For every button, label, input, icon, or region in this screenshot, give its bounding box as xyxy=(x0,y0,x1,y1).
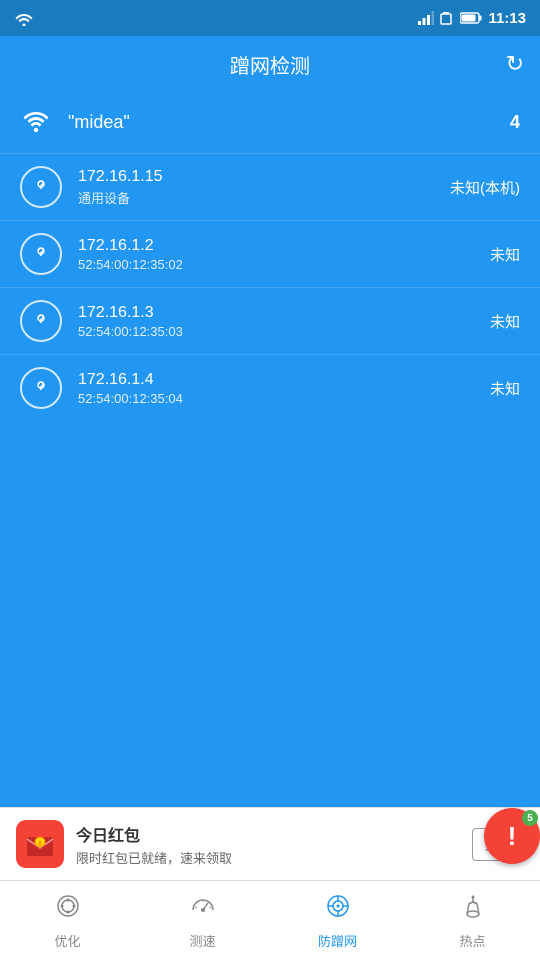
speedtest-icon xyxy=(189,892,217,927)
ad-text: 今日红包 限时红包已就绪，速来领取 xyxy=(76,822,460,867)
device-status-2: 未知 xyxy=(490,311,520,332)
device-status-3: 未知 xyxy=(490,378,520,399)
app-header: 蹭网检测 ↻ xyxy=(0,36,540,92)
device-list: ? 172.16.1.15 通用设备 未知(本机) ? 172.16.1.2 5… xyxy=(0,153,540,421)
device-mac-3: 52:54:00:12:35:04 xyxy=(78,391,474,406)
battery-icon xyxy=(460,12,482,24)
page-title: 蹭网检测 xyxy=(230,50,310,79)
device-count: 4 xyxy=(510,112,520,133)
svg-text:¥: ¥ xyxy=(38,841,42,848)
nav-label-antileeching: 防蹭网 xyxy=(318,931,357,950)
nav-item-speedtest[interactable]: 测速 xyxy=(135,881,270,960)
notification-badge[interactable]: ! 5 xyxy=(484,808,540,864)
exclamation-icon: ! xyxy=(508,821,517,852)
status-bar: 11:13 xyxy=(0,0,540,36)
hongbao-icon: ¥ xyxy=(25,829,55,859)
nav-label-speedtest: 测速 xyxy=(189,931,215,950)
sim-icon xyxy=(440,11,454,25)
device-unknown-icon: ? xyxy=(20,233,62,275)
hotspot-icon xyxy=(459,892,487,927)
bottom-nav: 优化 测速 防蹭网 xyxy=(0,880,540,960)
device-status-0: 未知(本机) xyxy=(450,177,520,198)
nav-label-optimize: 优化 xyxy=(54,931,80,950)
device-mac-2: 52:54:00:12:35:03 xyxy=(78,324,474,339)
ad-subtitle: 限时红包已就绪，速来领取 xyxy=(76,848,460,867)
wifi-row: "midea" 4 xyxy=(0,92,540,153)
ad-icon: ¥ xyxy=(16,820,64,868)
device-info-2: 172.16.1.3 52:54:00:12:35:03 xyxy=(78,304,474,339)
svg-text:?: ? xyxy=(37,379,44,393)
device-row-0[interactable]: ? 172.16.1.15 通用设备 未知(本机) xyxy=(0,153,540,220)
device-ip-3: 172.16.1.4 xyxy=(78,371,474,389)
device-mac-1: 52:54:00:12:35:02 xyxy=(78,257,474,272)
time-display: 11:13 xyxy=(488,10,526,27)
optimize-icon xyxy=(54,892,82,927)
device-unknown-icon: ? xyxy=(20,300,62,342)
wifi-icon xyxy=(20,106,52,139)
nav-item-optimize[interactable]: 优化 xyxy=(0,881,135,960)
signal-icon xyxy=(418,11,434,25)
nav-item-antileeching[interactable]: 防蹭网 xyxy=(270,881,405,960)
svg-text:?: ? xyxy=(37,312,44,326)
device-row-1[interactable]: ? 172.16.1.2 52:54:00:12:35:02 未知 xyxy=(0,220,540,287)
refresh-button[interactable]: ↻ xyxy=(506,51,524,77)
antileeching-icon xyxy=(324,892,352,927)
svg-text:?: ? xyxy=(37,245,44,259)
device-unknown-icon: ? xyxy=(20,367,62,409)
device-row-2[interactable]: ? 172.16.1.3 52:54:00:12:35:03 未知 xyxy=(0,287,540,354)
status-left xyxy=(14,10,34,26)
badge-count: 5 xyxy=(522,810,538,826)
device-info-1: 172.16.1.2 52:54:00:12:35:02 xyxy=(78,237,474,272)
device-unknown-icon: ? xyxy=(20,166,62,208)
device-ip-1: 172.16.1.2 xyxy=(78,237,474,255)
device-row-3[interactable]: ? 172.16.1.4 52:54:00:12:35:04 未知 xyxy=(0,354,540,421)
device-ip-2: 172.16.1.3 xyxy=(78,304,474,322)
main-content: "midea" 4 ? 172.16.1.15 通用设备 未知(本机) ? xyxy=(0,92,540,807)
status-right: 11:13 xyxy=(418,10,526,27)
device-ip-0: 172.16.1.15 xyxy=(78,168,434,186)
svg-text:?: ? xyxy=(37,178,44,192)
ad-title: 今日红包 xyxy=(76,822,460,846)
device-info-0: 172.16.1.15 通用设备 xyxy=(78,168,434,207)
ad-banner[interactable]: ¥ 今日红包 限时红包已就绪，速来领取 立即 ! 5 xyxy=(0,807,540,880)
nav-label-hotspot: 热点 xyxy=(459,931,485,950)
device-status-1: 未知 xyxy=(490,244,520,265)
device-info-3: 172.16.1.4 52:54:00:12:35:04 xyxy=(78,371,474,406)
wifi-name: "midea" xyxy=(68,112,494,133)
nav-item-hotspot[interactable]: 热点 xyxy=(405,881,540,960)
wifi-status-icon xyxy=(14,10,34,26)
device-mac-0: 通用设备 xyxy=(78,188,434,207)
